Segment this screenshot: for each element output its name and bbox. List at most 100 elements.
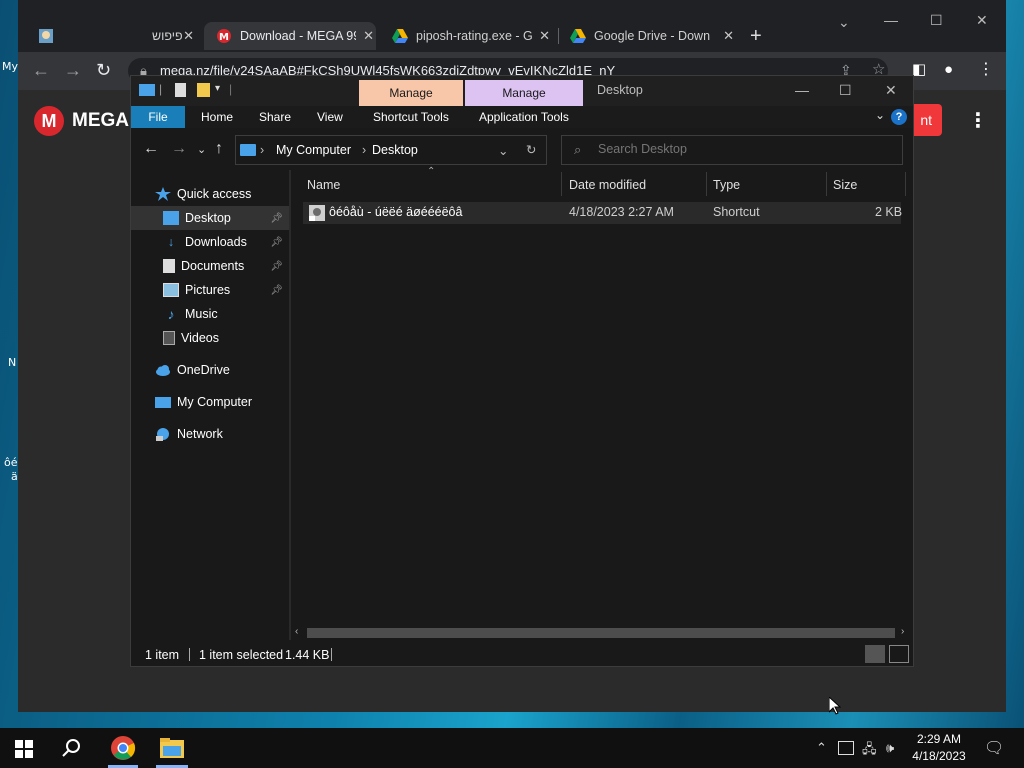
- minimize-icon[interactable]: —: [795, 82, 809, 98]
- ribbon-tab-home[interactable]: Home: [191, 106, 243, 128]
- nav-quick-access[interactable]: Quick access: [131, 182, 289, 206]
- context-tab-manage-application[interactable]: Manage: [465, 80, 583, 106]
- qat-dropdown-icon[interactable]: ▾: [215, 83, 220, 94]
- pin-icon[interactable]: 📌︎: [270, 261, 283, 272]
- desktop-icon-label[interactable]: ä: [11, 470, 18, 483]
- file-explorer-icon[interactable]: [160, 738, 184, 758]
- security-alert-icon[interactable]: [838, 741, 854, 755]
- column-separator[interactable]: [561, 172, 562, 196]
- chevron-down-icon[interactable]: ⌄: [498, 143, 508, 158]
- minimize-icon[interactable]: —: [884, 12, 898, 28]
- pin-icon[interactable]: 📌︎: [270, 285, 283, 296]
- tab-piposh-rating[interactable]: piposh-rating.exe - G ✕: [392, 24, 550, 48]
- column-header-type[interactable]: Type: [713, 178, 740, 192]
- scrollbar-thumb[interactable]: [307, 628, 895, 638]
- scroll-left-icon[interactable]: ‹: [295, 626, 298, 637]
- desktop-icon: [163, 211, 179, 225]
- recent-locations-icon[interactable]: ⌄: [197, 143, 206, 156]
- forward-arrow-icon[interactable]: →: [64, 60, 82, 80]
- back-arrow-icon[interactable]: ←: [32, 60, 50, 80]
- mega-logo[interactable]: M MEGA: [34, 106, 129, 136]
- close-icon[interactable]: ✕: [363, 28, 374, 44]
- ribbon-tabs: File Home Share View Shortcut Tools Appl…: [131, 106, 913, 128]
- reload-icon[interactable]: ↻: [96, 60, 111, 80]
- close-icon[interactable]: ✕: [539, 28, 550, 44]
- chevron-down-icon[interactable]: ⌄: [875, 108, 885, 122]
- close-icon[interactable]: ✕: [885, 82, 897, 99]
- nav-music[interactable]: ♪ Music: [131, 302, 289, 326]
- mega-favicon-icon: M: [216, 28, 232, 44]
- column-header-name[interactable]: Name: [307, 178, 340, 192]
- chevron-down-icon[interactable]: ⌄: [838, 14, 850, 31]
- network-icon[interactable]: 🖧︎: [862, 740, 877, 762]
- desktop-icon-label[interactable]: N: [8, 356, 16, 369]
- close-icon[interactable]: ✕: [976, 12, 988, 29]
- large-icons-view-icon[interactable]: [889, 645, 909, 663]
- ribbon-tab-application-tools[interactable]: Application Tools: [469, 106, 579, 128]
- search-box[interactable]: ⌕: [561, 135, 903, 165]
- maximize-icon[interactable]: ☐: [839, 82, 852, 99]
- refresh-icon[interactable]: ↻: [526, 142, 536, 157]
- tab-mega-download[interactable]: M Download - MEGA 99 ✕: [204, 22, 376, 50]
- tab-google-drive[interactable]: Google Drive - Down ✕: [570, 24, 734, 48]
- menu-kebab-icon[interactable]: ⋮: [968, 108, 988, 133]
- shortcut-file-icon: [309, 205, 325, 221]
- chrome-icon[interactable]: [110, 735, 136, 761]
- column-separator[interactable]: [826, 172, 827, 196]
- windows-start-icon[interactable]: [15, 740, 33, 758]
- ribbon-tab-shortcut-tools[interactable]: Shortcut Tools: [363, 106, 459, 128]
- nav-pictures[interactable]: Pictures 📌︎: [131, 278, 289, 302]
- close-icon[interactable]: ✕: [723, 28, 734, 44]
- menu-kebab-icon[interactable]: ⋮: [978, 60, 994, 80]
- search-input[interactable]: [598, 142, 888, 156]
- scroll-right-icon[interactable]: ›: [901, 626, 904, 637]
- column-header-size[interactable]: Size: [833, 178, 857, 192]
- notification-icon[interactable]: 🗨︎: [984, 738, 1004, 758]
- status-selection: 1 item selected: [199, 648, 284, 662]
- svg-text:M: M: [219, 32, 229, 43]
- details-view-icon[interactable]: [865, 645, 885, 663]
- help-icon[interactable]: ?: [891, 109, 907, 125]
- column-header-date-modified[interactable]: Date modified: [569, 178, 646, 192]
- context-tab-manage-shortcut[interactable]: Manage: [359, 80, 463, 106]
- new-tab-button[interactable]: +: [750, 24, 770, 48]
- clock[interactable]: 2:29 AM 4/18/2023: [906, 731, 972, 765]
- profile-icon[interactable]: ●: [944, 60, 953, 80]
- ribbon-tab-share[interactable]: Share: [249, 106, 301, 128]
- nav-videos[interactable]: Videos: [131, 326, 289, 350]
- up-arrow-icon[interactable]: ↑: [215, 140, 223, 158]
- sidebar-icon[interactable]: ◧: [912, 60, 926, 80]
- close-icon[interactable]: ✕: [183, 28, 194, 44]
- computer-icon: [155, 396, 171, 408]
- address-bar[interactable]: › My Computer › Desktop ⌄ ↻: [235, 135, 547, 165]
- column-separator[interactable]: [905, 172, 906, 196]
- table-row[interactable]: ôéôåù - úëëé äøéééëôâ 4/18/2023 2:27 AM …: [303, 202, 902, 224]
- forward-arrow-icon[interactable]: →: [171, 140, 187, 158]
- nav-onedrive[interactable]: OneDrive: [131, 358, 289, 382]
- new-folder-icon[interactable]: [197, 83, 210, 97]
- desktop-icon-label[interactable]: My: [2, 60, 18, 73]
- nav-desktop[interactable]: Desktop 📌︎: [131, 206, 289, 230]
- nav-network[interactable]: Network: [131, 422, 289, 446]
- computer-icon: [139, 84, 155, 96]
- pin-icon[interactable]: 📌︎: [270, 237, 283, 248]
- volume-icon[interactable]: 🕪︎: [886, 740, 894, 756]
- ribbon-tab-view[interactable]: View: [307, 106, 353, 128]
- nav-documents[interactable]: Documents 📌︎: [131, 254, 289, 278]
- search-icon[interactable]: [62, 738, 82, 758]
- nav-my-computer[interactable]: My Computer: [131, 390, 289, 414]
- horizontal-scrollbar[interactable]: ‹ ›: [295, 626, 909, 638]
- nav-downloads[interactable]: ↓ Downloads 📌︎: [131, 230, 289, 254]
- pin-icon[interactable]: 📌︎: [270, 213, 283, 224]
- tab-piposh[interactable]: פיפוש ✕: [38, 24, 194, 48]
- download-icon: ↓: [167, 235, 175, 249]
- properties-icon[interactable]: [175, 83, 186, 97]
- breadcrumb-desktop[interactable]: Desktop: [372, 143, 418, 157]
- column-separator[interactable]: [706, 172, 707, 196]
- breadcrumb-my-computer[interactable]: My Computer: [276, 143, 351, 157]
- back-arrow-icon[interactable]: ←: [143, 140, 159, 158]
- ribbon-tab-file[interactable]: File: [131, 106, 185, 128]
- maximize-icon[interactable]: ☐: [930, 12, 943, 29]
- nav-label: Videos: [181, 331, 219, 345]
- chevron-up-icon[interactable]: ⌃: [816, 740, 827, 756]
